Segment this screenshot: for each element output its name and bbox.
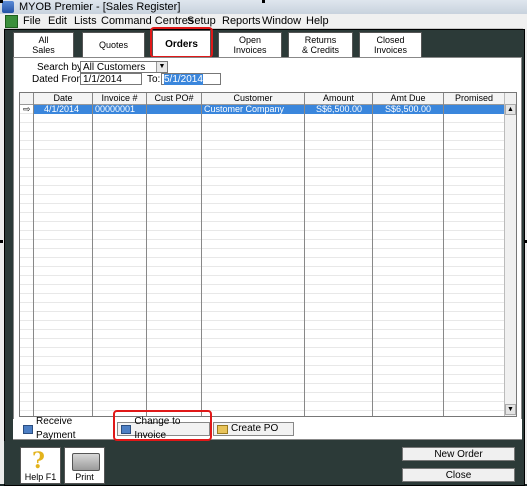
create-po-button[interactable]: Create PO <box>213 422 294 436</box>
chevron-down-icon[interactable]: ▼ <box>156 62 167 72</box>
search-by-select[interactable]: All Customers ▼ <box>80 61 168 73</box>
column-divider <box>146 93 147 416</box>
tab-all-sales[interactable]: All Sales <box>13 32 74 57</box>
dated-from-field[interactable]: 1/1/2014 <box>80 73 142 85</box>
scroll-up-icon[interactable]: ▲ <box>505 104 516 115</box>
menu-lists[interactable]: Lists <box>74 14 97 28</box>
print-button[interactable]: Print <box>64 447 105 484</box>
vertical-scrollbar[interactable]: ▲ ▼ <box>504 93 516 416</box>
column-divider <box>372 93 373 416</box>
cell-amt-due: S$6,500.00 <box>385 104 432 114</box>
document-icon[interactable] <box>5 15 18 28</box>
cell-amount: S$6,500.00 <box>316 104 363 114</box>
menu-setup[interactable]: Setup <box>187 14 216 28</box>
row-arrow-icon[interactable]: ⇨ <box>23 105 33 114</box>
window-title: MYOB Premier - [Sales Register] <box>19 1 181 13</box>
close-label: Close <box>445 470 472 481</box>
date-to-field[interactable]: 5/1/2014 <box>161 73 221 85</box>
menu-window[interactable]: Window <box>262 14 301 28</box>
menu-bar: File Edit Lists Command Centres Setup Re… <box>0 14 527 29</box>
tab-label: Invoices <box>233 45 267 55</box>
tab-label: Closed <box>376 35 405 45</box>
orders-table: Date Invoice # Cust PO# Customer Amount … <box>19 92 517 417</box>
payment-icon <box>23 424 34 434</box>
menu-command-centres[interactable]: Command Centres <box>101 14 193 28</box>
column-header-invoice[interactable]: Invoice # <box>93 93 146 104</box>
menu-edit[interactable]: Edit <box>48 14 67 28</box>
scroll-down-icon[interactable]: ▼ <box>505 404 516 415</box>
menu-help[interactable]: Help <box>306 14 329 28</box>
cell-invoice: 00000001 <box>95 104 136 114</box>
column-header-amount[interactable]: Amount <box>305 93 372 104</box>
tab-closed-invoices[interactable]: Closed Invoices <box>359 32 422 57</box>
resize-handle[interactable] <box>262 0 265 3</box>
tab-returns-credits[interactable]: Returns & Credits <box>288 32 353 57</box>
resize-handle[interactable] <box>0 240 3 243</box>
menu-file[interactable]: File <box>23 14 41 28</box>
column-header-date[interactable]: Date <box>34 93 92 104</box>
tab-label: All <box>38 35 49 45</box>
change-to-invoice-highlight <box>113 410 212 441</box>
purchase-order-icon <box>217 424 228 434</box>
column-divider <box>443 93 444 416</box>
tab-label: Quotes <box>98 40 129 50</box>
tab-quotes[interactable]: Quotes <box>82 32 145 57</box>
column-divider <box>201 93 202 416</box>
tab-label: Open <box>238 35 262 45</box>
receive-payment-button[interactable]: Receive Payment <box>20 416 106 441</box>
dated-from-value: 1/1/2014 <box>83 74 122 85</box>
cell-customer: Customer Company <box>204 104 285 114</box>
help-question-icon: ? <box>32 448 45 474</box>
app-icon <box>2 1 14 13</box>
to-label: To: <box>147 74 161 85</box>
search-by-label: Search by: <box>37 62 85 73</box>
print-label: Print <box>75 472 94 482</box>
printer-icon <box>72 453 100 471</box>
help-label: Help F1 <box>24 472 57 482</box>
column-header-customer[interactable]: Customer <box>202 93 304 104</box>
receive-payment-label: Receive Payment <box>36 416 76 441</box>
column-header-cust-po[interactable]: Cust PO# <box>147 93 201 104</box>
new-order-button[interactable]: New Order <box>402 447 515 461</box>
search-by-value: All Customers <box>83 62 146 73</box>
column-divider <box>304 93 305 416</box>
new-order-label: New Order <box>434 449 483 460</box>
tab-label: Returns <box>304 35 337 45</box>
column-divider <box>92 93 93 416</box>
tab-open-invoices[interactable]: Open Invoices <box>218 32 282 57</box>
date-to-value: 5/1/2014 <box>164 74 203 85</box>
column-header-promised[interactable]: Promised <box>444 93 504 104</box>
resize-handle[interactable] <box>0 0 3 3</box>
column-divider <box>33 93 34 416</box>
create-po-label: Create PO <box>231 423 279 434</box>
orders-tab-highlight <box>150 27 213 58</box>
close-button[interactable]: Close <box>402 468 515 482</box>
tab-label: & Credits <box>301 45 339 55</box>
help-button[interactable]: ? Help F1 <box>20 447 61 484</box>
menu-reports[interactable]: Reports <box>222 14 261 28</box>
tab-label: Sales <box>32 45 55 55</box>
column-header-amt-due[interactable]: Amt Due <box>373 93 443 104</box>
cell-date: 4/1/2014 <box>44 104 80 114</box>
tab-label: Invoices <box>373 45 408 55</box>
